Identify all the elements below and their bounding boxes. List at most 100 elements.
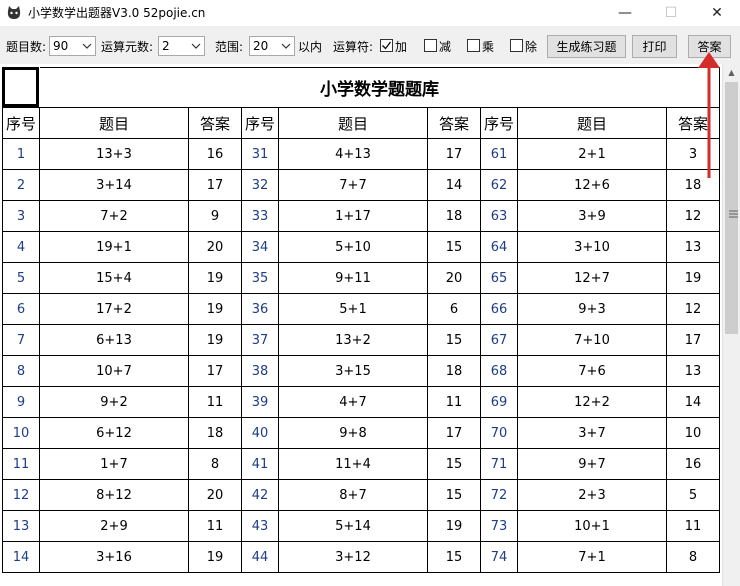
operands-label: 运算元数: bbox=[101, 40, 154, 54]
question-number: 74 bbox=[480, 541, 518, 573]
range-select[interactable]: 20 bbox=[249, 36, 295, 56]
divide-checkbox[interactable] bbox=[510, 39, 523, 52]
question-expression: 12+6 bbox=[517, 169, 667, 201]
question-number: 9 bbox=[2, 386, 40, 418]
print-button[interactable]: 打印 bbox=[632, 35, 677, 58]
question-expression: 5+10 bbox=[278, 231, 428, 263]
question-expression: 7+10 bbox=[517, 324, 667, 356]
question-expression: 4+7 bbox=[278, 386, 428, 418]
question-answer: 11 bbox=[188, 386, 242, 418]
question-number: 69 bbox=[480, 386, 518, 418]
question-expression: 7+1 bbox=[517, 541, 667, 573]
table-row: 10 6+12 18 40 9+8 17 70 3+7 10 bbox=[2, 417, 720, 449]
table-row: 9 9+2 11 39 4+7 11 69 12+2 14 bbox=[2, 386, 720, 418]
red-arrow-annotation-icon bbox=[698, 52, 720, 178]
question-answer: 17 bbox=[427, 138, 481, 170]
question-answer: 11 bbox=[427, 386, 481, 418]
question-number: 3 bbox=[2, 200, 40, 232]
question-answer: 16 bbox=[188, 138, 242, 170]
question-number: 63 bbox=[480, 200, 518, 232]
question-answer: 12 bbox=[666, 200, 720, 232]
generate-button[interactable]: 生成练习题 bbox=[547, 35, 626, 58]
table-row: 2 3+14 17 32 7+7 14 62 12+6 18 bbox=[2, 169, 720, 201]
question-answer: 13 bbox=[666, 355, 720, 387]
question-answer: 10 bbox=[666, 417, 720, 449]
table-row: 11 1+7 8 41 11+4 15 71 9+7 16 bbox=[2, 448, 720, 480]
question-expression: 4+13 bbox=[278, 138, 428, 170]
header-answer: 答案 bbox=[427, 107, 481, 139]
question-expression: 15+4 bbox=[39, 262, 189, 294]
question-expression: 9+7 bbox=[517, 448, 667, 480]
table-row: 1 13+3 16 31 4+13 17 61 2+1 3 bbox=[2, 138, 720, 170]
question-number: 64 bbox=[480, 231, 518, 263]
question-answer: 11 bbox=[666, 510, 720, 542]
maximize-button[interactable]: ☐ bbox=[648, 0, 694, 26]
question-expression: 7+2 bbox=[39, 200, 189, 232]
sheet-title: 小学数学题题库 bbox=[40, 67, 720, 107]
question-expression: 10+7 bbox=[39, 355, 189, 387]
question-number: 36 bbox=[241, 293, 279, 325]
question-number: 43 bbox=[241, 510, 279, 542]
question-number: 32 bbox=[241, 169, 279, 201]
add-label: 加 bbox=[395, 40, 408, 54]
header-answer: 答案 bbox=[188, 107, 242, 139]
question-answer: 12 bbox=[666, 293, 720, 325]
question-number: 44 bbox=[241, 541, 279, 573]
operands-select[interactable]: 2 bbox=[158, 36, 205, 56]
question-number: 11 bbox=[2, 448, 40, 480]
question-expression: 13+3 bbox=[39, 138, 189, 170]
question-number: 39 bbox=[241, 386, 279, 418]
question-expression: 2+1 bbox=[517, 138, 667, 170]
question-number: 71 bbox=[480, 448, 518, 480]
question-expression: 3+15 bbox=[278, 355, 428, 387]
question-expression: 9+8 bbox=[278, 417, 428, 449]
question-expression: 3+14 bbox=[39, 169, 189, 201]
question-expression: 6+13 bbox=[39, 324, 189, 356]
operands-value: 2 bbox=[162, 39, 170, 53]
header-seq: 序号 bbox=[2, 107, 40, 139]
question-answer: 15 bbox=[427, 541, 481, 573]
question-expression: 9+11 bbox=[278, 262, 428, 294]
add-checkbox[interactable] bbox=[380, 39, 393, 52]
question-answer: 15 bbox=[427, 479, 481, 511]
question-number: 42 bbox=[241, 479, 279, 511]
question-number: 12 bbox=[2, 479, 40, 511]
question-expression: 1+17 bbox=[278, 200, 428, 232]
header-seq: 序号 bbox=[241, 107, 279, 139]
question-number: 65 bbox=[480, 262, 518, 294]
subtract-label: 减 bbox=[439, 40, 452, 54]
question-number: 8 bbox=[2, 355, 40, 387]
question-number: 67 bbox=[480, 324, 518, 356]
question-number: 66 bbox=[480, 293, 518, 325]
question-answer: 19 bbox=[666, 262, 720, 294]
question-answer: 11 bbox=[188, 510, 242, 542]
question-answer: 13 bbox=[666, 231, 720, 263]
count-label: 题目数: bbox=[6, 40, 47, 54]
question-expression: 17+2 bbox=[39, 293, 189, 325]
table-header-row: 序号 题目 答案 序号 题目 答案 序号 题目 答案 bbox=[2, 107, 720, 139]
subtract-checkbox[interactable] bbox=[424, 39, 437, 52]
question-expression: 6+12 bbox=[39, 417, 189, 449]
title-bar: 小学数学出题器V3.0 52pojie.cn — ☐ ✕ bbox=[0, 0, 740, 26]
minimize-button[interactable]: — bbox=[602, 0, 648, 26]
multiply-checkbox[interactable] bbox=[467, 39, 480, 52]
sheet-corner-box bbox=[2, 67, 39, 107]
question-answer: 19 bbox=[188, 262, 242, 294]
header-question: 题目 bbox=[517, 107, 667, 139]
question-answer: 17 bbox=[427, 417, 481, 449]
question-number: 10 bbox=[2, 417, 40, 449]
question-expression: 3+12 bbox=[278, 541, 428, 573]
table-row: 12 8+12 20 42 8+7 15 72 2+3 5 bbox=[2, 479, 720, 511]
close-button[interactable]: ✕ bbox=[694, 0, 740, 26]
question-number: 40 bbox=[241, 417, 279, 449]
operator-label: 运算符: bbox=[333, 40, 374, 54]
worksheet-area: 小学数学题题库 序号 题目 答案 序号 题目 答案 序号 题目 答案 1 13+3 16 31 4+13 1… bbox=[0, 64, 722, 586]
question-number: 68 bbox=[480, 355, 518, 387]
question-expression: 8+7 bbox=[278, 479, 428, 511]
question-number: 61 bbox=[480, 138, 518, 170]
question-expression: 10+1 bbox=[517, 510, 667, 542]
header-question: 题目 bbox=[278, 107, 428, 139]
question-answer: 20 bbox=[427, 262, 481, 294]
question-answer: 17 bbox=[188, 355, 242, 387]
count-select[interactable]: 90 bbox=[49, 36, 96, 56]
